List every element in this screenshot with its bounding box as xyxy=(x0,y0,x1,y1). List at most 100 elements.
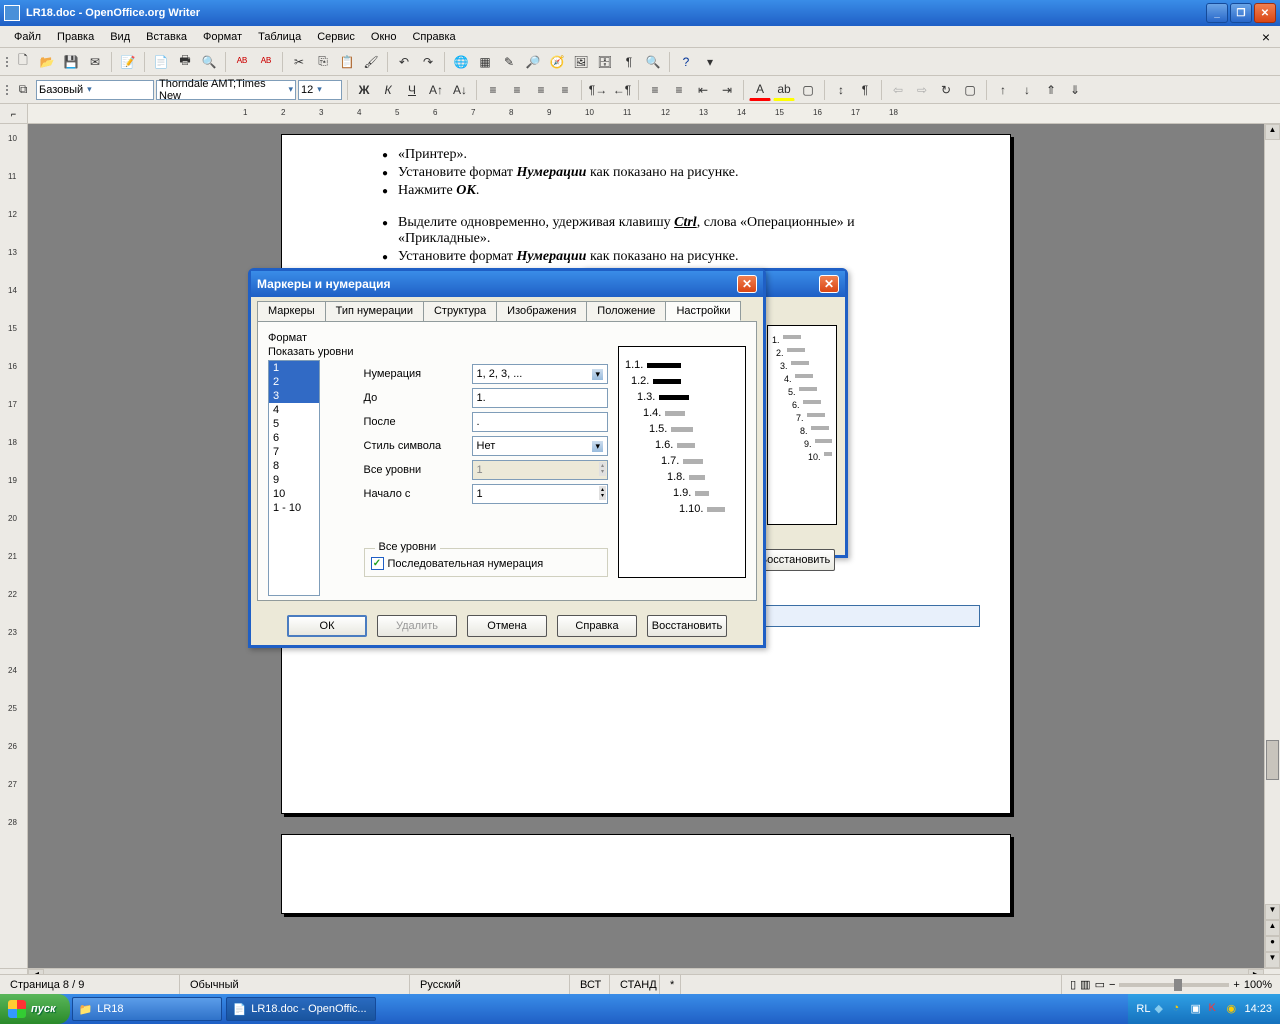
menu-insert[interactable]: Вставка xyxy=(138,29,195,45)
subscript-icon[interactable]: A↓ xyxy=(449,79,471,101)
menu-table[interactable]: Таблица xyxy=(250,29,309,45)
redo-icon[interactable]: ↷ xyxy=(417,51,439,73)
indent-increase-icon[interactable]: ⇥ xyxy=(716,79,738,101)
help-button[interactable]: Справка xyxy=(557,615,637,637)
checkbox-consecutive[interactable]: ✓ Последовательная нумерация xyxy=(371,557,602,570)
view-multi-icon[interactable]: ▥ xyxy=(1080,978,1090,991)
toolbar-overflow-icon[interactable]: ▾ xyxy=(699,51,721,73)
toolbar-grip[interactable] xyxy=(4,57,10,67)
reset-button[interactable]: Восстановить xyxy=(647,615,727,637)
save-icon[interactable]: 💾 xyxy=(60,51,82,73)
find-icon[interactable]: 🔎 xyxy=(522,51,544,73)
underline-icon[interactable]: Ч xyxy=(401,79,423,101)
preview-icon[interactable]: 🔍 xyxy=(198,51,220,73)
field-before-input[interactable]: 1. xyxy=(472,388,609,408)
document-close-icon[interactable]: × xyxy=(1258,29,1274,45)
demote-icon[interactable]: ↓ xyxy=(1016,79,1038,101)
tab-options[interactable]: Настройки xyxy=(665,301,741,321)
menu-tools[interactable]: Сервис xyxy=(309,29,363,45)
line-spacing-icon[interactable]: ↕ xyxy=(830,79,852,101)
undo-icon[interactable]: ↶ xyxy=(393,51,415,73)
pdf-icon[interactable]: 📄 xyxy=(150,51,172,73)
view-book-icon[interactable]: ▭ xyxy=(1095,978,1105,991)
prev-page-icon[interactable]: ▲ xyxy=(1265,920,1280,936)
menu-edit[interactable]: Правка xyxy=(49,29,102,45)
minimize-button[interactable]: _ xyxy=(1206,3,1228,23)
next-page-icon[interactable]: ▼ xyxy=(1265,952,1280,968)
tab-bullets[interactable]: Маркеры xyxy=(257,301,326,321)
move-up-icon[interactable]: ⇑ xyxy=(1040,79,1062,101)
tray-clock[interactable]: 14:23 xyxy=(1244,1003,1272,1015)
menu-window[interactable]: Окно xyxy=(363,29,405,45)
font-size-select[interactable]: 12 xyxy=(298,80,342,100)
close-button[interactable]: ✕ xyxy=(1254,3,1276,23)
nonprint-icon[interactable]: ¶ xyxy=(618,51,640,73)
scroll-thumb[interactable] xyxy=(1266,740,1279,780)
status-selection[interactable]: СТАНД xyxy=(610,975,660,994)
field-alllevels-spinner[interactable]: 1 xyxy=(472,460,609,480)
bold-icon[interactable]: Ж xyxy=(353,79,375,101)
align-right-icon[interactable]: ≡ xyxy=(530,79,552,101)
menu-file[interactable]: Файл xyxy=(6,29,49,45)
next-record-icon[interactable]: ⇨ xyxy=(911,79,933,101)
zoom-slider[interactable] xyxy=(1119,983,1229,987)
hyperlink-icon[interactable]: 🌐 xyxy=(450,51,472,73)
scroll-up-icon[interactable]: ▲ xyxy=(1265,124,1280,140)
tray-volume-icon[interactable]: ◉ xyxy=(1226,1002,1240,1016)
tab-numbering-type[interactable]: Тип нумерации xyxy=(325,301,424,321)
email-icon[interactable]: ✉ xyxy=(84,51,106,73)
styles-window-icon[interactable]: ⧉ xyxy=(12,79,34,101)
delete-button[interactable]: Удалить xyxy=(377,615,457,637)
tab-graphics[interactable]: Изображения xyxy=(496,301,587,321)
field-charstyle-select[interactable]: Нет xyxy=(472,436,609,456)
field-numbering-select[interactable]: 1, 2, 3, ... xyxy=(472,364,609,384)
align-center-icon[interactable]: ≡ xyxy=(506,79,528,101)
numbering-icon[interactable]: ≡ xyxy=(644,79,666,101)
datasources-icon[interactable]: 🗄 xyxy=(594,51,616,73)
navigator-icon[interactable]: 🧭 xyxy=(546,51,568,73)
vertical-ruler[interactable]: 10111213141516171819202122232425262728 xyxy=(0,124,28,968)
browse-select-icon[interactable]: ● xyxy=(1265,936,1280,952)
font-color-icon[interactable]: A xyxy=(749,79,771,101)
field-start-spinner[interactable]: 1 xyxy=(472,484,609,504)
align-justify-icon[interactable]: ≡ xyxy=(554,79,576,101)
cut-icon[interactable]: ✂ xyxy=(288,51,310,73)
cancel-button[interactable]: Отмена xyxy=(467,615,547,637)
paragraph-style-select[interactable]: Базовый xyxy=(36,80,154,100)
paragraph-icon[interactable]: ¶ xyxy=(854,79,876,101)
start-button[interactable]: пуск xyxy=(0,994,70,1024)
table-icon[interactable]: ▦ xyxy=(474,51,496,73)
dialog-back-close-icon[interactable]: ✕ xyxy=(819,275,839,293)
paste-icon[interactable]: 📋 xyxy=(336,51,358,73)
taskbar-folder-button[interactable]: 📁 LR18 xyxy=(72,997,222,1021)
zoom-in-icon[interactable]: + xyxy=(1233,979,1239,991)
restart-icon[interactable]: ↻ xyxy=(935,79,957,101)
tray-av-icon[interactable]: K xyxy=(1208,1002,1222,1016)
tab-position[interactable]: Положение xyxy=(586,301,666,321)
levels-listbox[interactable]: 123456789101 - 10 xyxy=(268,360,320,596)
toolbar-grip[interactable] xyxy=(4,85,10,95)
status-language[interactable]: Русский xyxy=(410,975,570,994)
menu-format[interactable]: Формат xyxy=(195,29,250,45)
status-style[interactable]: Обычный xyxy=(180,975,410,994)
open-icon[interactable]: 📂 xyxy=(36,51,58,73)
prev-record-icon[interactable]: ⇦ xyxy=(887,79,909,101)
taskbar-writer-button[interactable]: 📄 LR18.doc - OpenOffic... xyxy=(226,997,376,1021)
draw-icon[interactable]: ✎ xyxy=(498,51,520,73)
highlight-icon[interactable]: ab xyxy=(773,79,795,101)
view-single-icon[interactable]: ▯ xyxy=(1070,978,1076,991)
bgcolor-icon[interactable]: ▢ xyxy=(797,79,819,101)
align-left-icon[interactable]: ≡ xyxy=(482,79,504,101)
system-tray[interactable]: RL ◆ ◔ ▣ K ◉ 14:23 xyxy=(1128,994,1280,1024)
print-icon[interactable]: 🖶 xyxy=(174,51,196,73)
field-after-input[interactable]: . xyxy=(472,412,609,432)
menu-view[interactable]: Вид xyxy=(102,29,138,45)
zoom-icon[interactable]: 🔍 xyxy=(642,51,664,73)
gallery-icon[interactable]: 🖼 xyxy=(570,51,592,73)
dialog-back-reset-button[interactable]: Восстановить xyxy=(755,549,835,571)
indent-decrease-icon[interactable]: ⇤ xyxy=(692,79,714,101)
italic-icon[interactable]: К xyxy=(377,79,399,101)
edit-doc-icon[interactable]: 📝 xyxy=(117,51,139,73)
tab-outline[interactable]: Структура xyxy=(423,301,497,321)
new-doc-icon[interactable]: 🗋 xyxy=(12,51,34,73)
